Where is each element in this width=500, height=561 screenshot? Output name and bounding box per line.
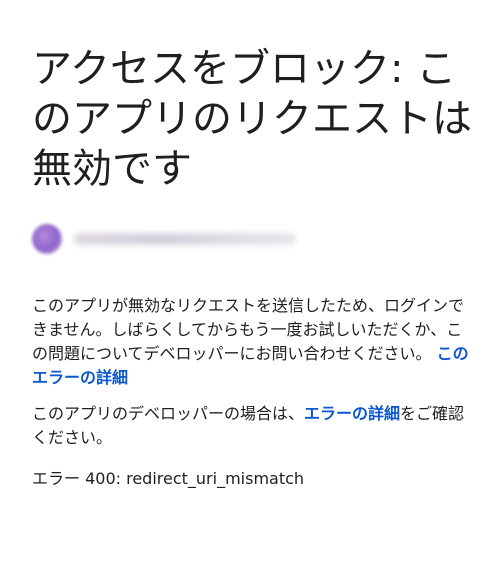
account-email-redacted	[74, 233, 296, 245]
avatar	[32, 224, 62, 254]
error-message-text: このアプリが無効なリクエストを送信したため、ログインできません。しばらくしてから…	[32, 296, 465, 363]
developer-note-text: このアプリのデベロッパーの場合は、	[32, 404, 305, 423]
account-chip[interactable]	[32, 222, 472, 256]
developer-note: このアプリのデベロッパーの場合は、エラーの詳細をご確認ください。	[32, 402, 472, 450]
error-description: このアプリが無効なリクエストを送信したため、ログインできません。しばらくしてから…	[32, 294, 472, 450]
error-code: エラー 400: redirect_uri_mismatch	[32, 469, 305, 488]
page-title: アクセスをブロック: このアプリのリクエストは無効です	[32, 46, 472, 192]
error-message: このアプリが無効なリクエストを送信したため、ログインできません。しばらくしてから…	[32, 294, 472, 390]
developer-error-details-link[interactable]: エラーの詳細	[304, 404, 400, 423]
error-page: アクセスをブロック: このアプリのリクエストは無効です このアプリが無効なリクエ…	[32, 44, 472, 491]
